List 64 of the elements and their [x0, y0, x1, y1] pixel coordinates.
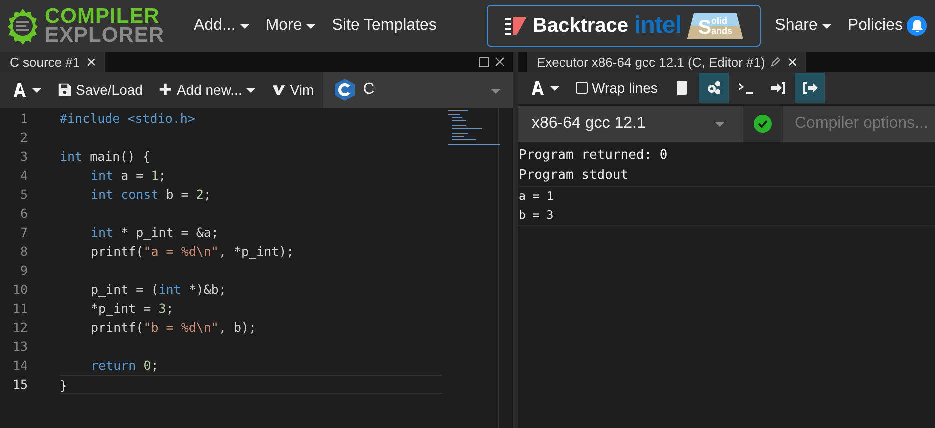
line-number: 10: [12, 281, 28, 299]
font-icon: [531, 80, 546, 96]
save-load-button[interactable]: Save/Load: [51, 75, 150, 105]
plus-icon: [158, 82, 173, 98]
output-header: Program returned: 0: [518, 147, 669, 165]
sponsor-name: Backtrace: [532, 14, 629, 38]
site-logo[interactable]: COMPILER EXPLORER: [45, 7, 165, 45]
sign-in-icon: [770, 80, 786, 96]
line-number: 9: [20, 262, 28, 280]
sign-out-icon: [802, 80, 818, 96]
vim-button[interactable]: Vim: [265, 75, 322, 105]
code-line: }: [60, 378, 68, 393]
code-line: printf("a = %d\n", *p_int);: [91, 244, 294, 259]
font-icon: [13, 82, 28, 98]
nav-menu[interactable]: Add...: [186, 17, 258, 35]
close-icon[interactable]: ✕: [787, 54, 798, 70]
code-line: p_int = (int *)&b;: [91, 282, 226, 297]
line-number: 7: [20, 224, 28, 242]
line-number: 4: [20, 167, 28, 185]
line-number: 12: [12, 319, 28, 337]
language-select[interactable]: C: [323, 72, 513, 108]
backtrace-logo-icon: [504, 15, 527, 37]
nav-menu[interactable]: More: [258, 17, 324, 35]
exit-button[interactable]: [794, 73, 825, 103]
c-language-icon: [335, 79, 356, 101]
sponsor-name: intel: [634, 12, 682, 40]
output-header: Program stdout: [518, 166, 935, 187]
output-line: a = 1: [518, 188, 555, 205]
terminal-icon: [738, 80, 754, 96]
code-line: int a = 1;: [91, 168, 166, 183]
minimap-drawing: [448, 110, 500, 146]
code-line: int main() {: [60, 149, 150, 164]
close-icon[interactable]: [495, 57, 505, 67]
code-line: int const b = 2;: [91, 187, 212, 202]
maximize-icon[interactable]: [479, 57, 489, 67]
line-number: 6: [20, 205, 28, 223]
code-line: *p_int = 3;: [91, 301, 174, 316]
code-line: int * p_int = &a;: [91, 225, 219, 240]
code-line: printf("b = %d\n", b);: [91, 320, 257, 335]
line-number: 2: [20, 129, 28, 147]
gears-button[interactable]: [698, 73, 729, 103]
code-line: return 0;: [91, 358, 159, 373]
add-new-button[interactable]: Add new...: [152, 75, 264, 105]
line-number: 15: [12, 376, 28, 394]
compiler-options-field[interactable]: Compiler options...: [783, 106, 935, 142]
line-number: 5: [20, 186, 28, 204]
bell-icon: [912, 20, 922, 32]
line-number: 8: [20, 243, 28, 261]
close-icon[interactable]: ✕: [86, 54, 98, 70]
line-number: 3: [20, 148, 28, 166]
line-number: 1: [20, 110, 28, 128]
output-line: b = 3: [518, 206, 935, 226]
line-number: 14: [12, 357, 28, 375]
code-line: #include <stdio.h>: [60, 111, 196, 126]
check-circle-icon: [754, 115, 772, 133]
nav-menu[interactable]: Share: [767, 17, 840, 35]
editor-tab[interactable]: C source #1 ✕: [0, 52, 106, 72]
executor-tab[interactable]: Executor x86-64 gcc 12.1 (C, Editor #1) ✕: [527, 52, 806, 72]
line-number: 13: [12, 338, 28, 356]
compiler-select[interactable]: x86-64 gcc 12.1: [518, 106, 743, 142]
pencil-icon[interactable]: [771, 57, 782, 67]
line-number: 11: [12, 300, 28, 318]
nav-menu[interactable]: Policies: [840, 16, 935, 36]
nav-menu[interactable]: Site Templates: [324, 17, 445, 35]
